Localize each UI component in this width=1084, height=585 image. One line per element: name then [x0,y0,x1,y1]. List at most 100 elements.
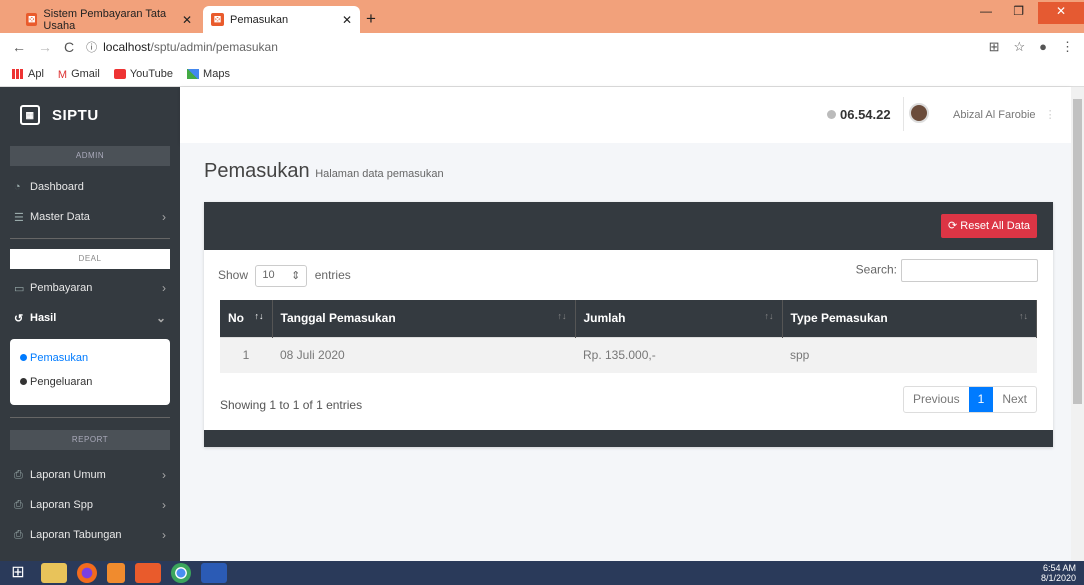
updown-icon: ⇕ [291,270,301,282]
close-tab-icon[interactable]: ✕ [182,13,192,27]
back-icon[interactable]: ← [12,39,26,55]
bookmarks-bar: Apl M Gmail YouTube Maps [0,61,1084,87]
url-host: localhost [103,40,151,54]
entries-value: 10 [262,269,275,281]
chevron-down-icon: ⌄ [155,311,166,325]
close-tab-icon[interactable]: ✕ [342,13,352,27]
sidebar-item-hasil[interactable]: ↺ Hasil ⌄ [0,303,180,333]
column-label: Tanggal Pemasukan [280,311,396,326]
info-icon[interactable]: ⓘ [86,39,97,55]
sidebar-item-master-data[interactable]: ☰ Master Data › [0,202,180,232]
bookmark-maps[interactable]: Maps [187,68,230,80]
youtube-icon [113,68,126,79]
reload-icon[interactable]: C [64,39,74,55]
divider [10,417,170,418]
card-header: ⟳ Reset All Data [204,202,1053,250]
bookmark-label: Apl [28,67,44,80]
minimize-icon[interactable]: — [980,4,992,18]
pagination: Previous 1 Next [902,386,1037,413]
forward-icon[interactable]: → [38,39,52,55]
search-group: Search: [856,259,1038,282]
star-icon[interactable]: ☆ [1013,39,1025,55]
sidebar-item-laporan-tabungan[interactable]: ⎙ Laporan Tabungan › [0,520,180,550]
tab-label: Sistem Pembayaran Tata Usaha [43,7,167,32]
xampp-icon[interactable] [135,563,161,583]
subitem-label: Pemasukan [30,352,89,364]
sublime-text-icon[interactable] [107,563,125,583]
tab-label: Pemasukan [230,13,289,26]
sidebar-item-label: Pembayaran [30,282,93,294]
sidebar: ▦ SIPTU ADMIN ◔ Dashboard ☰ Master Data … [0,87,180,561]
page-1-button[interactable]: 1 [968,387,994,412]
column-header-no[interactable]: No ↑↓ [220,300,273,337]
table-header-row: No ↑↓ Tanggal Pemasukan ↑↓ Jumlah ↑↓ Type … [220,300,1037,337]
bookmark-label: Gmail [71,67,100,80]
close-window-icon[interactable]: ✕ [1038,2,1084,24]
chevron-right-icon: › [162,468,166,482]
card-footer [204,430,1053,447]
url-path: /sptu/admin/pemasukan [150,40,278,54]
entries-select[interactable]: 10 ⇕ [255,265,308,287]
sidebar-item-label: Hasil [30,312,57,324]
search-input[interactable] [901,259,1038,282]
translate-icon[interactable]: ⊞ [989,39,1000,55]
maps-icon [187,68,200,79]
next-button[interactable]: Next [993,387,1036,412]
address-bar: ← → C ⓘ localhost/sptu/admin/pemasukan ⊞… [0,33,1084,61]
brand[interactable]: ▦ SIPTU [0,87,180,143]
browser-tab-siptu[interactable]: ⊠ Sistem Pembayaran Tata Usaha ✕ [18,6,200,33]
bookmark-youtube[interactable]: YouTube [113,68,173,80]
windows-start-icon[interactable]: ⊞ [5,563,31,583]
sidebar-item-pembayaran[interactable]: ▭ Pembayaran › [0,273,180,303]
menu-dots-icon[interactable]: ⋮ [1061,39,1074,55]
column-header-jumlah[interactable]: Jumlah ↑↓ [575,300,783,337]
print-icon: ⎙ [14,528,23,541]
sidebar-subitem-pemasukan[interactable]: Pemasukan [20,347,160,371]
bookmark-apps[interactable]: Apl [12,68,44,80]
reset-all-data-button[interactable]: ⟳ Reset All Data [941,214,1037,238]
sort-icon: ↑↓ [254,311,264,322]
subitem-label: Pengeluaran [30,376,93,388]
sidebar-item-dashboard[interactable]: ◔ Dashboard [0,172,180,202]
user-menu[interactable]: Abizal Al Farobie ⋮ [953,108,1056,121]
sidebar-item-label: Dashboard [30,181,84,193]
divider [903,97,904,131]
firefox-icon[interactable] [77,563,97,583]
file-explorer-icon[interactable] [41,563,67,583]
column-header-type[interactable]: Type Pemasukan ↑↓ [782,300,1037,337]
sidebar-item-laporan-umum[interactable]: ⎙ Laporan Umum › [0,460,180,490]
data-card: ⟳ Reset All Data Show 10 ⇕ entries Searc… [204,202,1053,447]
scrollbar-thumb[interactable] [1073,99,1082,404]
avatar[interactable] [909,103,929,123]
profile-icon[interactable]: ● [1039,39,1047,55]
maximize-icon[interactable]: ❐ [1013,4,1024,18]
clock-icon [827,110,836,119]
new-tab-button[interactable]: + [366,9,376,29]
section-header-report: REPORT [10,430,170,450]
column-label: Jumlah [583,311,626,326]
bookmark-label: Maps [203,67,230,80]
sidebar-item-label: Laporan Tabungan [30,529,122,541]
system-tray-clock[interactable]: 6:54 AM 8/1/2020 [1041,563,1076,583]
column-header-tanggal[interactable]: Tanggal Pemasukan ↑↓ [272,300,576,337]
previous-button[interactable]: Previous [904,387,969,412]
page-scrollbar[interactable] [1071,87,1084,561]
cell-tanggal: 08 Juli 2020 [272,336,575,373]
clock-time: 06.54.22 [840,107,891,122]
word-icon[interactable] [201,563,227,583]
circle-icon [20,378,27,385]
sidebar-subitem-pengeluaran[interactable]: Pengeluaran [20,371,160,395]
search-label: Search: [855,262,897,277]
page-title-text: Pemasukan [204,160,310,182]
cell-jumlah: Rp. 135.000,- [575,336,782,373]
sidebar-item-laporan-spp[interactable]: ⎙ Laporan Spp › [0,490,180,520]
browser-tab-pemasukan[interactable]: ⊠ Pemasukan ✕ [203,6,360,33]
chrome-icon[interactable] [171,563,191,583]
pemasukan-table: No ↑↓ Tanggal Pemasukan ↑↓ Jumlah ↑↓ Type … [220,300,1037,373]
button-label: Reset All Data [960,220,1030,232]
bookmark-gmail[interactable]: M Gmail [58,67,100,81]
circle-icon [20,354,27,361]
sort-icon: ↑↓ [557,311,567,322]
url-field[interactable]: localhost/sptu/admin/pemasukan [103,40,278,54]
refresh-icon: ⟳ [948,220,958,232]
